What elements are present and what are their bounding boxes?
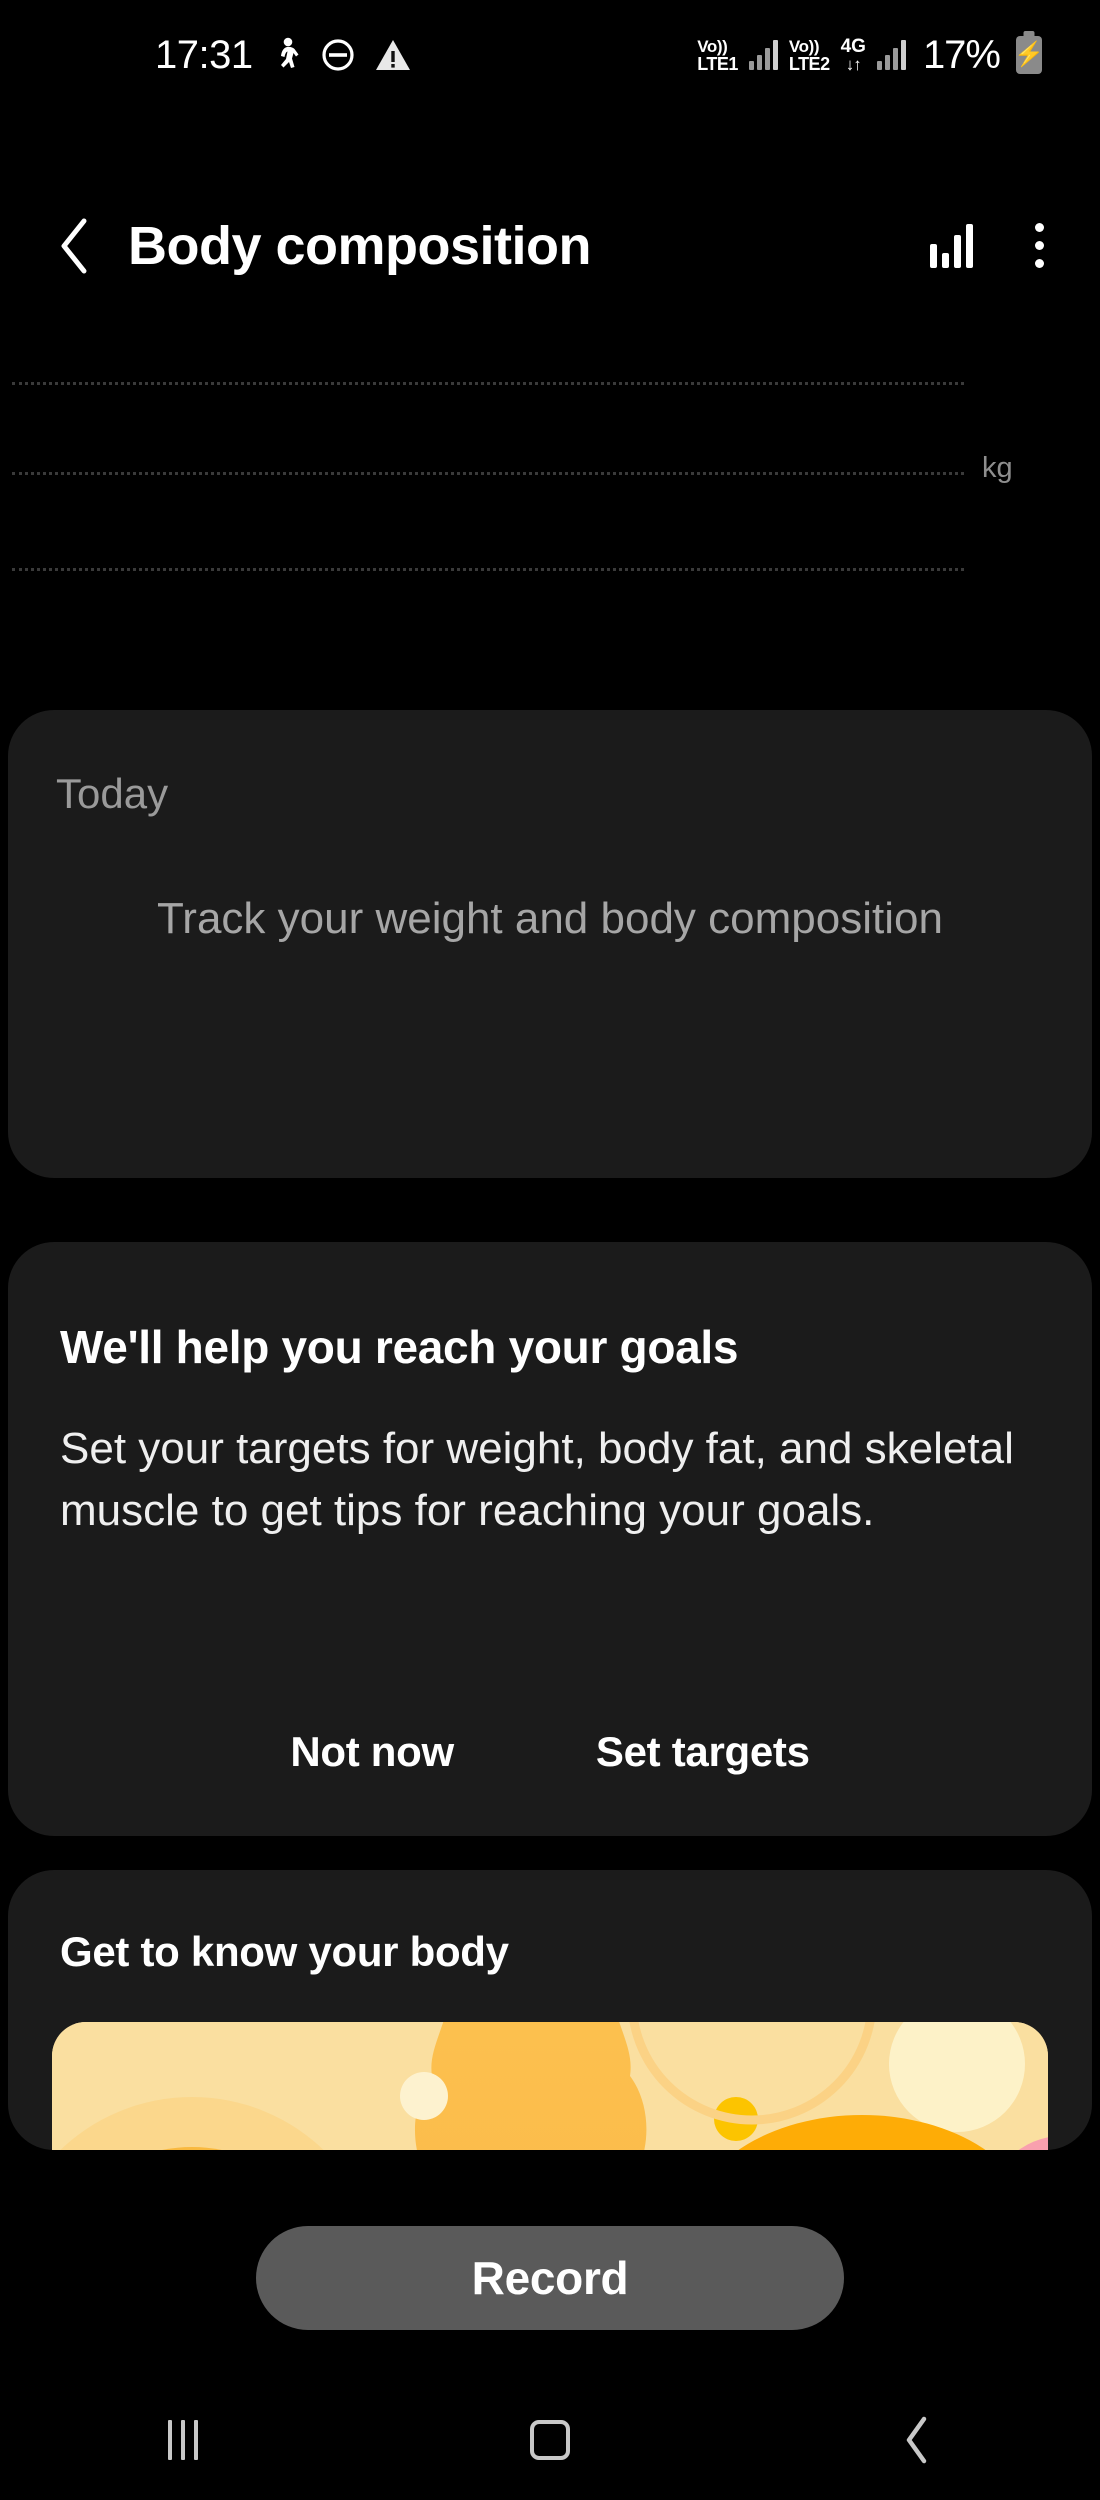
status-bar-clock: 17:31	[155, 33, 253, 77]
set-targets-button[interactable]: Set targets	[586, 1722, 820, 1782]
battery-charging-icon: ⚡	[1014, 36, 1044, 74]
goals-promo-card: We'll help you reach your goals Set your…	[8, 1242, 1092, 1836]
android-navigation-bar	[0, 2380, 1100, 2500]
do-not-disturb-icon	[321, 38, 355, 72]
network-type-icon: 4G ↓↑	[841, 37, 866, 73]
sim1-volte-top: Vo))	[697, 36, 728, 56]
network-type-label: 4G	[840, 36, 866, 57]
get-to-know-your-body-card[interactable]: Get to know your body	[8, 1870, 1092, 2150]
goals-card-title: We'll help you reach your goals	[60, 1321, 739, 1373]
pedestrian-icon	[273, 37, 301, 73]
home-icon[interactable]	[480, 2395, 620, 2485]
know-card-title: Get to know your body	[60, 1928, 509, 1975]
chart-gridline	[12, 472, 964, 475]
status-bar-left: 17:31	[155, 35, 411, 75]
sim2-volte-top: Vo))	[788, 36, 820, 56]
body-composition-chart[interactable]: kg	[0, 330, 1100, 690]
phone-screen: 17:31 Vo)) LTE1 Vo)) LTE2 4G ↓↑ 17% ⚡ Bo…	[0, 0, 1100, 2500]
sim1-volte-bottom: LTE1	[697, 53, 738, 74]
not-now-button[interactable]: Not now	[280, 1722, 464, 1782]
sim2-volte-bottom: LTE2	[788, 53, 830, 74]
sim1-signal-icon	[748, 40, 778, 70]
status-bar-right: Vo)) LTE1 Vo)) LTE2 4G ↓↑ 17% ⚡	[697, 32, 1044, 78]
today-empty-message: Track your weight and body composition	[157, 894, 943, 943]
sim2-volte-icon: Vo)) LTE2	[789, 38, 830, 73]
goals-card-body: Set your targets for weight, body fat, a…	[60, 1424, 1014, 1536]
overflow-menu-icon[interactable]	[1019, 217, 1060, 274]
app-bar: Body composition	[0, 188, 1100, 303]
sim1-volte-icon: Vo)) LTE1	[697, 38, 738, 73]
chart-unit-label: kg	[982, 452, 1013, 484]
today-card[interactable]: Today Track your weight and body composi…	[8, 710, 1092, 1178]
status-bar: 17:31 Vo)) LTE1 Vo)) LTE2 4G ↓↑ 17% ⚡	[0, 0, 1100, 110]
back-button[interactable]	[44, 215, 106, 277]
body-composition-illustration[interactable]	[52, 2022, 1048, 2150]
today-label: Today	[56, 770, 169, 817]
goals-card-actions: Not now Set targets	[8, 1722, 1092, 1782]
warning-icon	[375, 39, 411, 72]
page-title: Body composition	[128, 215, 592, 276]
data-activity-arrows: ↓↑	[845, 55, 862, 74]
recent-apps-icon[interactable]	[113, 2395, 253, 2485]
sim2-signal-icon	[876, 40, 906, 70]
back-icon[interactable]	[847, 2395, 987, 2485]
chart-gridline	[12, 382, 964, 385]
battery-percent-label: 17%	[922, 32, 1001, 77]
chart-gridline	[12, 568, 964, 571]
bar-chart-icon[interactable]	[930, 223, 973, 268]
record-button[interactable]: Record	[256, 2226, 844, 2330]
